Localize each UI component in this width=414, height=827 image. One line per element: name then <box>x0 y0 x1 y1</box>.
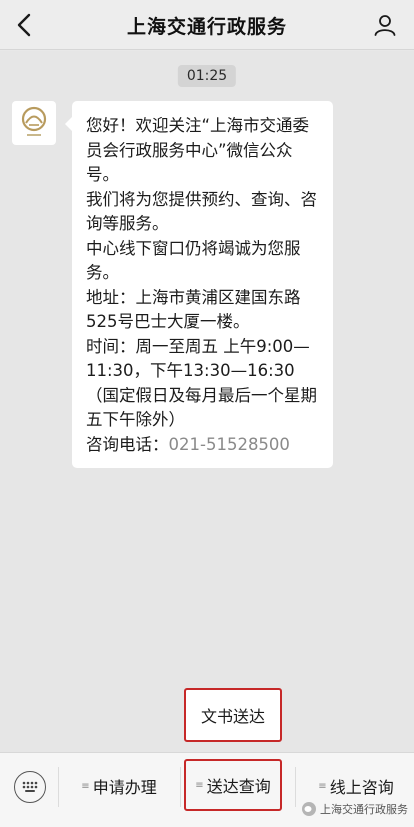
watermark-text: 上海交通行政服务 <box>320 803 408 816</box>
message-address: 地址：上海市黄浦区建国东路525号巴士大厦一楼。 <box>86 287 301 332</box>
menu-lines-icon: ≡ <box>81 780 89 792</box>
menu-lines-icon: ≡ <box>318 780 326 792</box>
message-hours: 时间：周一至周五 上午9:00—11:30，下午13:30—16:30（国定假日… <box>86 336 317 430</box>
phone-label: 咨询电话： <box>86 434 169 454</box>
logo-icon <box>21 106 47 136</box>
message-services: 我们将为您提供预约、查询、咨询等服务。 <box>86 189 317 234</box>
bottom-menu-bar: ≡ 申请办理 ≡ 送达查询 ≡ 线上咨询 上海交通行政服务 <box>0 752 414 827</box>
person-icon <box>374 15 396 36</box>
menu-divider <box>180 767 181 807</box>
message-bubble: 您好！欢迎关注“上海市交通委员会行政服务中心”微信公众号。 我们将为您提供预约、… <box>65 101 333 468</box>
watermark: 上海交通行政服务 <box>302 801 408 817</box>
message-offline-window: 中心线下窗口仍将竭诚为您服务。 <box>86 238 301 283</box>
page-title: 上海交通行政服务 <box>126 16 287 38</box>
message-phone: 咨询电话：021-51528500 <box>86 433 321 458</box>
wechat-icon <box>302 802 316 816</box>
profile-button[interactable] <box>370 10 400 40</box>
official-account-avatar[interactable] <box>12 101 56 145</box>
menu-delivery-query-label: 送达查询 <box>206 777 271 796</box>
chat-area[interactable]: 01:25 您好！欢迎关注“上海市交通委员会行政服务中心”微信公众号。 我们将为… <box>0 51 414 752</box>
menu-delivery-query[interactable]: ≡ 送达查询 <box>184 759 282 811</box>
menu-apply[interactable]: ≡ 申请办理 <box>60 753 178 819</box>
keyboard-toggle-button[interactable] <box>14 771 46 803</box>
phone-number-link[interactable]: 021-51528500 <box>169 435 290 454</box>
submenu-document-delivery[interactable]: 文书送达 <box>184 688 282 742</box>
keyboard-icon <box>22 781 38 792</box>
menu-divider <box>58 767 59 807</box>
message-greeting: 您好！欢迎关注“上海市交通委员会行政服务中心”微信公众号。 <box>86 116 310 184</box>
message-timestamp: 01:25 <box>177 65 237 87</box>
menu-online-consult-label: 线上咨询 <box>329 778 394 797</box>
menu-apply-label: 申请办理 <box>92 778 157 797</box>
menu-divider <box>295 767 296 807</box>
menu-lines-icon: ≡ <box>195 779 203 791</box>
top-bar: 上海交通行政服务 <box>0 0 414 50</box>
